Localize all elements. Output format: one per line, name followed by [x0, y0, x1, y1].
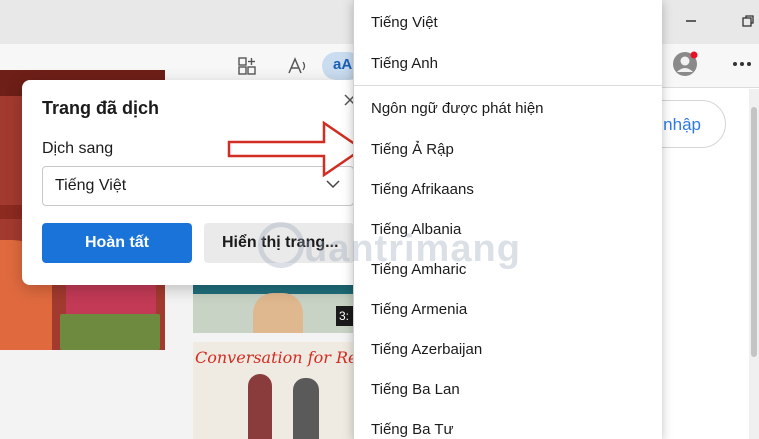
dropdown-item[interactable]: Tiếng Anh — [371, 55, 438, 72]
minimize-icon[interactable] — [680, 10, 702, 32]
read-aloud-icon[interactable] — [285, 53, 311, 79]
more-menu-icon[interactable] — [729, 51, 755, 77]
done-button[interactable]: Hoàn tất — [42, 223, 192, 263]
profile-avatar[interactable] — [672, 51, 698, 77]
watermark-text: uantrimang — [304, 228, 521, 270]
translate-icon: aA — [333, 56, 353, 73]
scrollbar-thumb[interactable] — [751, 107, 757, 357]
dropdown-item[interactable]: Tiếng Ả Rập — [371, 141, 454, 158]
dropdown-item[interactable]: Tiếng Azerbaijan — [371, 341, 482, 358]
dropdown-item[interactable]: Tiếng Ba Lan — [371, 381, 460, 398]
apps-icon[interactable] — [234, 53, 260, 79]
video-thumbnail[interactable]: Conversation for Re — [193, 342, 353, 439]
thumbnail-art — [248, 374, 272, 439]
dropdown-divider — [354, 85, 663, 86]
thumbnail-art — [253, 293, 303, 333]
dropdown-item[interactable]: Tiếng Armenia — [371, 301, 467, 318]
selected-language: Tiếng Việt — [55, 177, 127, 194]
page-scrollbar[interactable] — [749, 89, 759, 439]
thumbnail-art — [293, 378, 319, 439]
thumbnail-caption: Conversation for Re — [195, 348, 353, 367]
annotation-arrow-icon — [227, 120, 365, 178]
dropdown-item[interactable]: Tiếng Ba Tư — [371, 421, 454, 438]
watermark: uantrimang — [258, 214, 528, 284]
dropdown-item[interactable]: Ngôn ngữ được phát hiện — [371, 100, 544, 117]
dropdown-item[interactable]: Tiếng Việt — [371, 14, 438, 31]
dropdown-item[interactable]: Tiếng Afrikaans — [371, 181, 474, 198]
popup-title: Trang đã dịch — [42, 98, 160, 118]
watermark-logo-icon — [258, 222, 304, 268]
restore-icon[interactable] — [737, 10, 759, 32]
book-illustration — [66, 280, 156, 316]
translate-to-label: Dịch sang — [42, 140, 114, 157]
book-illustration — [60, 314, 160, 350]
